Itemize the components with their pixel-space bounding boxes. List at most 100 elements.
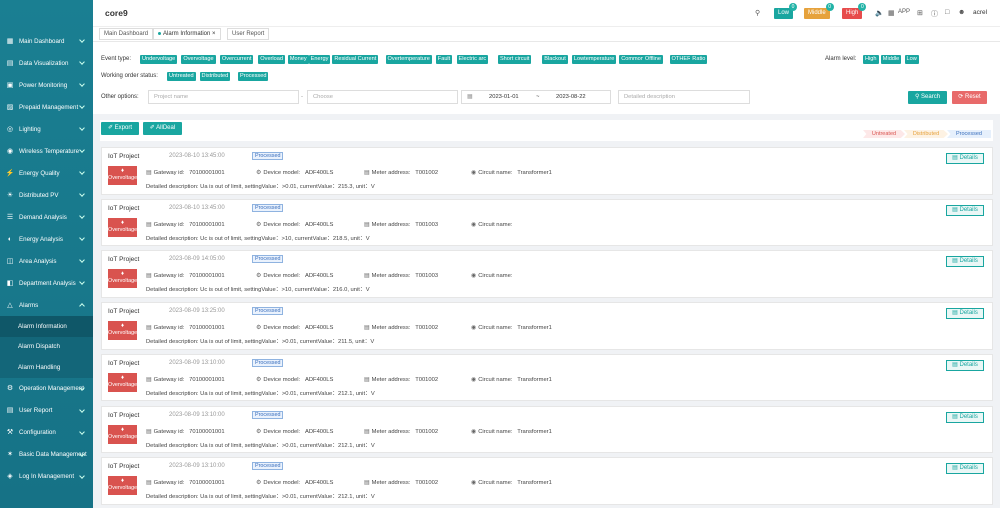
record-type-thumbnail: ♦ Overvoltage xyxy=(108,372,137,392)
record-status-badge: Processed xyxy=(252,410,284,419)
user-name[interactable]: acrel xyxy=(973,9,987,16)
sidebar-item-main-dashboard[interactable]: ▦ Main Dashboard xyxy=(0,30,93,52)
date-range-picker[interactable]: ▦ 2023-01-01 ~ 2023-08-22 xyxy=(461,90,611,104)
event-chip-energy[interactable]: Energy xyxy=(308,55,331,64)
sidebar-item-lighting[interactable]: ◎ Lighting xyxy=(0,118,93,140)
sidebar-item-configuration[interactable]: ⚒ Configuration xyxy=(0,422,93,444)
event-chip-fault[interactable]: Fault xyxy=(435,55,453,64)
app-label[interactable]: APP xyxy=(898,9,910,15)
sidebar-item-energy-analysis[interactable]: ◐ Energy Analysis xyxy=(0,228,93,250)
chevron-down-icon xyxy=(79,472,85,479)
event-chip-undervoltage[interactable]: Undervoltage xyxy=(140,55,178,64)
record-type-thumbnail: ♦ Overvoltage xyxy=(108,269,137,289)
level-chip-high[interactable]: High xyxy=(863,55,879,64)
sidebar-item-prepaid-management[interactable]: ▨ Prepaid Management xyxy=(0,96,93,118)
sidebar-item-alarms[interactable]: △ Alarms xyxy=(0,294,93,316)
status-chip-distributed[interactable]: Distributed xyxy=(199,72,231,81)
event-chip-money[interactable]: Money xyxy=(287,55,309,64)
description-input[interactable]: Detailed description xyxy=(618,90,750,104)
status-chip-untreated[interactable]: Untreated xyxy=(167,72,196,81)
alldeal-button[interactable]: ✐ AllDeal xyxy=(143,122,182,135)
sidebar-item-basic-data-management[interactable]: ✶ Basic Data Management xyxy=(0,444,93,466)
status-chip-processed[interactable]: Processed xyxy=(238,72,269,81)
search-icon[interactable]: ⚲ xyxy=(755,9,760,17)
event-chip-overvoltage[interactable]: Overvoltage xyxy=(181,55,216,64)
event-chip-offline[interactable]: Offline xyxy=(642,55,663,64)
sidebar-subitem-alarm-information[interactable]: Alarm Information xyxy=(0,316,93,337)
sidebar-item-energy-quality[interactable]: ⚡ Energy Quality xyxy=(0,162,93,184)
alarm-record-card: IoT Project 2023-08-10 13:45:00 Processe… xyxy=(101,147,993,195)
event-chip-short-circuit[interactable]: Short circuit xyxy=(497,55,532,64)
help-icon[interactable]: ⓘ xyxy=(931,9,938,19)
sidebar-item-user-report[interactable]: ▤ User Report xyxy=(0,400,93,422)
level-chip-middle[interactable]: Middle xyxy=(880,55,902,64)
bell-icon: △ xyxy=(7,301,13,309)
record-type-thumbnail: ♦ Overvoltage xyxy=(108,166,137,185)
details-button[interactable]: ▤ Details xyxy=(946,153,984,164)
bell-icon: ♦ xyxy=(120,271,125,278)
sidebar-item-data-visualization[interactable]: ▤ Data Visualization xyxy=(0,52,93,74)
details-button[interactable]: ▤ Details xyxy=(946,411,984,423)
event-chip-overcurrent[interactable]: Overcurrent xyxy=(219,55,254,64)
details-icon: ▤ xyxy=(952,155,958,161)
event-chip-overtemperature[interactable]: Overtemperature xyxy=(385,55,432,64)
sidebar-item-wireless-temperature[interactable]: ◉ Wireless Temperature xyxy=(0,140,93,162)
record-project: IoT Project xyxy=(108,463,140,471)
record-project: IoT Project xyxy=(108,153,140,160)
sidebar-item-demand-analysis[interactable]: ☰ Demand Analysis xyxy=(0,206,93,228)
chart-icon: ▤ xyxy=(6,59,14,67)
sidebar-subitem-alarm-handling[interactable]: Alarm Handling xyxy=(0,357,93,378)
event-chip-blackout[interactable]: Blackout xyxy=(542,55,568,64)
event-chip-common[interactable]: Common xyxy=(619,55,646,64)
alarm-middle-button[interactable]: Middle 0 xyxy=(804,3,834,19)
record-project: IoT Project xyxy=(108,256,140,264)
tab-alarm-information[interactable]: Alarm Information × xyxy=(153,28,221,40)
details-button[interactable]: ▤ Details xyxy=(946,204,984,216)
sidebar-item-area-analysis[interactable]: ◫ Area Analysis xyxy=(0,250,93,272)
user-icon[interactable]: ☻ xyxy=(958,9,965,16)
deal-icon: ✐ xyxy=(149,125,155,131)
alarm-low-button[interactable]: Low 0 xyxy=(774,3,798,19)
alarm-record-card: IoT Project 2023-08-10 13:45:00 Processe… xyxy=(101,198,993,247)
details-button[interactable]: ▤ Details xyxy=(946,463,984,475)
close-icon[interactable]: × xyxy=(212,31,216,37)
alarm-high-button[interactable]: High 0 xyxy=(842,3,867,19)
sidebar-item-log-in-management[interactable]: ◈ Log In Management xyxy=(0,466,93,488)
record-circuit-name: ◉ Circuit name: Transformer1 xyxy=(471,428,552,435)
details-button[interactable]: ▤ Details xyxy=(946,308,984,320)
export-button[interactable]: ✐ Export xyxy=(101,122,139,135)
fullscreen-icon[interactable]: □ xyxy=(945,9,949,16)
chevron-down-icon xyxy=(79,59,85,65)
record-meter-address: ▤ Meter address: T001002 xyxy=(364,428,439,435)
project-name-input[interactable]: Project name xyxy=(148,90,299,104)
alarm-record-card: IoT Project 2023-08-09 13:10:00 Processe… xyxy=(101,457,993,505)
level-chip-low[interactable]: Low xyxy=(904,55,919,64)
speaker-icon[interactable]: 🔈 xyxy=(875,9,884,17)
record-project: IoT Project xyxy=(108,411,140,419)
event-chip-lowtemperature[interactable]: Lowtemperature xyxy=(571,55,617,64)
app-qr-icon[interactable]: ▦ xyxy=(888,9,895,17)
sidebar-item-label: Distributed PV xyxy=(19,191,59,199)
sidebar-item-distributed-pv[interactable]: ☀ Distributed PV xyxy=(0,184,93,206)
input-separator: - xyxy=(301,94,303,100)
reset-button[interactable]: ⟳ Reset xyxy=(952,91,987,104)
sidebar-subitem-alarm-dispatch[interactable]: Alarm Dispatch xyxy=(0,336,93,357)
tab-user-report[interactable]: User Report xyxy=(227,28,270,40)
event-chip-ratio[interactable]: Ratio xyxy=(690,55,708,64)
choose-select[interactable]: Choose xyxy=(307,90,458,104)
record-time: 2023-08-09 13:10:00 xyxy=(169,359,225,366)
sidebar-item-operation-management[interactable]: ⚙ Operation Management xyxy=(0,378,93,400)
event-chip-electric-arc[interactable]: Electric arc xyxy=(456,55,489,64)
details-button[interactable]: ▤ Details xyxy=(946,256,984,268)
search-button[interactable]: ⚲ Search xyxy=(908,91,947,104)
record-meter-address: ▤ Meter address: T001003 xyxy=(364,221,439,228)
sidebar-item-label: Power Monitoring xyxy=(19,81,68,89)
grid-icon[interactable]: ⊞ xyxy=(917,9,923,17)
tab-main-dashboard[interactable]: Main Dashboard xyxy=(99,28,154,40)
event-chip-overload[interactable]: Overload xyxy=(258,55,285,64)
sidebar-item-power-monitoring[interactable]: ▣ Power Monitoring xyxy=(0,74,93,96)
event-chip-residual-current[interactable]: Residual Current xyxy=(332,55,379,64)
details-button[interactable]: ▤ Details xyxy=(946,359,984,371)
legend-processed: Processed xyxy=(947,130,991,138)
sidebar-item-department-analysis[interactable]: ◧ Department Analysis xyxy=(0,272,93,294)
